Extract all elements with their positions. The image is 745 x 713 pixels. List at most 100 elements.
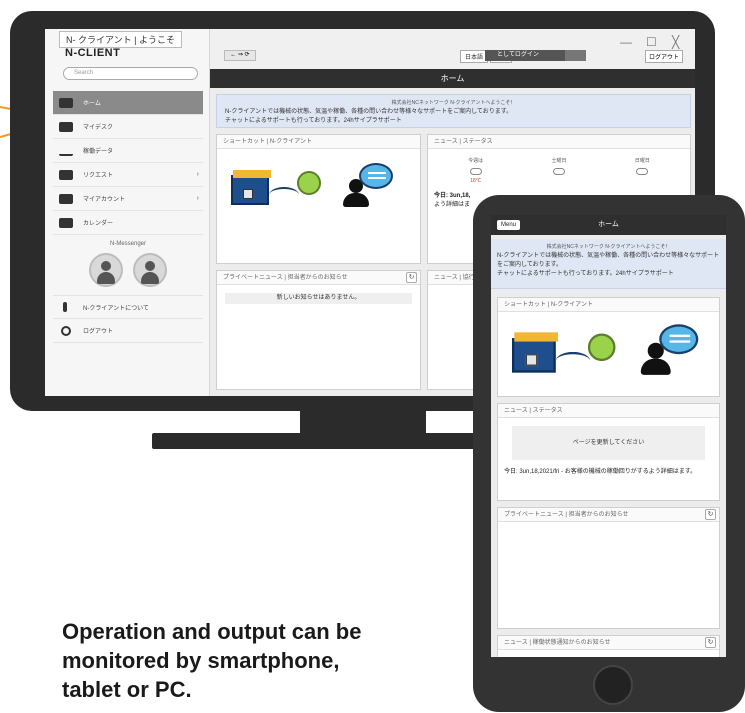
- tablet-header: Menu ホーム: [491, 215, 726, 235]
- panel-title-label: プライベートニュース | 担当者からのお知らせ: [504, 512, 629, 518]
- sidebar-item-operation-data[interactable]: 稼働データ: [53, 139, 203, 163]
- sidebar-item-label: 稼働データ: [83, 149, 114, 155]
- page-title: ホーム: [210, 69, 695, 88]
- cord-line: [555, 351, 591, 370]
- avatar[interactable]: [89, 253, 123, 287]
- toolbox-lid: [514, 332, 558, 342]
- panel-title: ニュース | ステータス: [428, 135, 690, 149]
- bottom-news-panel: ニュース | 稼働状態通知からのお知らせ ↻: [497, 635, 720, 657]
- user-icon: [59, 193, 73, 204]
- calendar-icon: [59, 217, 73, 228]
- news-status-panel: ニュース | ステータス ページを更新してください 今日: 3un,18,202…: [497, 403, 720, 501]
- gear-icon: [297, 171, 321, 195]
- sidebar-item-my-desk[interactable]: マイデスク: [53, 115, 203, 139]
- panel-title: ニュース | ステータス: [498, 404, 719, 418]
- sidebar-item-my-account[interactable]: マイアカウント ›: [53, 187, 203, 211]
- sidebar-menu: ホーム マイデスク 稼働データ リクエスト › マイアカウント › カレンダー …: [53, 91, 203, 343]
- welcome-title: 株式会社NCネットワーク N-クライアントへようこそ！: [391, 100, 516, 106]
- weather-day: 今週は 18℃: [468, 158, 484, 184]
- login-as-button[interactable]: としてログイン: [485, 50, 565, 61]
- sidebar-item-label: カレンダー: [83, 221, 114, 227]
- promo-stage: N- クライアント | ようこそ N-CLIENT Search ホーム マイデ…: [0, 0, 745, 713]
- caption-line: monitored by smartphone,: [62, 648, 340, 673]
- nav-buttons[interactable]: ← ⇒ ⟳: [224, 50, 256, 61]
- caption: Operation and output can be monitored by…: [62, 617, 482, 704]
- shortcut-panel: ショートカット | N-クライアント: [497, 297, 720, 397]
- welcome-line: N-クライアントでは機械の状態、気温や稼働、各種の問い合わせ等様々なサポートをご…: [497, 253, 720, 268]
- toolbox-lid: [233, 170, 271, 178]
- home-icon: [59, 97, 73, 108]
- chevron-right-icon: ›: [196, 171, 199, 178]
- search-input[interactable]: Search: [63, 67, 198, 80]
- sidebar-item-calendar[interactable]: カレンダー: [53, 211, 203, 235]
- sidebar-item-label: ホーム: [83, 101, 101, 107]
- sidebar-item-about[interactable]: N-クライアントについて: [53, 295, 203, 319]
- panel-title-label: ニュース | 稼働状態通知からのお知らせ: [504, 640, 611, 646]
- weather-day: 日曜日: [635, 157, 650, 184]
- lang-ja-button[interactable]: 日本語: [460, 50, 489, 63]
- chevron-right-icon: ›: [196, 195, 199, 202]
- page-title: ホーム: [598, 221, 619, 228]
- panel-title: ニュース | 稼働状態通知からのお知らせ ↻: [498, 636, 719, 650]
- sidebar-item-label: ログアウト: [83, 329, 114, 335]
- panel-title: ショートカット | N-クライアント: [217, 135, 420, 149]
- welcome-line: N-クライアントでは機械の状態、気温や稼働、各種の問い合わせ等様々なサポートをご…: [225, 109, 513, 115]
- sidebar-item-home[interactable]: ホーム: [53, 91, 203, 115]
- private-news-panel: プライベートニュース | 担当者からのお知らせ ↻: [497, 507, 720, 629]
- panel-title: ショートカット | N-クライアント: [498, 298, 719, 312]
- messenger-contacts: [53, 253, 203, 287]
- home-button[interactable]: [593, 665, 633, 705]
- sidebar-item-label: マイアカウント: [83, 197, 126, 203]
- refresh-icon[interactable]: ↻: [406, 272, 417, 283]
- cloud-icon: [552, 168, 565, 175]
- sidebar-item-logout[interactable]: ログアウト: [53, 319, 203, 343]
- close-icon[interactable]: ╳: [672, 35, 679, 49]
- power-icon: [61, 325, 71, 336]
- sidebar-item-label: N-クライアントについて: [83, 305, 149, 312]
- panel-title-label: プライベートニュース | 担当者からのお知らせ: [223, 275, 348, 281]
- minimize-icon[interactable]: —: [620, 35, 632, 49]
- cord-line: [269, 187, 299, 203]
- menu-button[interactable]: Menu: [497, 220, 521, 230]
- chart-line-icon: [59, 146, 73, 156]
- chat-bubble-icon: [359, 163, 393, 189]
- avatar[interactable]: [133, 253, 167, 287]
- cloud-icon: [469, 168, 482, 175]
- today-status: 今日: 3un,18,2021/fri - お客様の機械の稼働回りがするよう詳細…: [504, 469, 697, 475]
- weather-day: 土曜日: [551, 157, 567, 184]
- logout-button[interactable]: ログアウト: [645, 50, 684, 63]
- welcome-banner: 株式会社NCネットワーク N-クライアントへようこそ！ N-クライアントでは機械…: [491, 239, 726, 289]
- caption-line: tablet or PC.: [62, 677, 192, 702]
- tablet-device: Menu ホーム 株式会社NCネットワーク N-クライアントへようこそ！ N-ク…: [473, 195, 745, 712]
- sidebar-item-label: リクエスト: [83, 173, 114, 179]
- welcome-banner: 株式会社NCネットワーク N-クライアントへようこそ！ N-クライアントでは機械…: [216, 94, 691, 128]
- welcome-line: チャットによるサポートも行っております。24hサイプラサポート: [225, 118, 402, 124]
- cloud-icon: [636, 168, 649, 175]
- shortcut-illustration[interactable]: [231, 161, 401, 221]
- shortcut-panel: ショートカット | N-クライアント: [216, 134, 421, 264]
- tablet-screen: Menu ホーム 株式会社NCネットワーク N-クライアントへようこそ！ N-ク…: [491, 215, 726, 657]
- shortcut-illustration[interactable]: [512, 322, 708, 391]
- chat-bubble-icon: [659, 324, 699, 355]
- toolbox-label: [243, 189, 253, 199]
- private-news-panel: プライベートニュース | 担当者からのお知らせ ↻ 新しいお知らせはありません。: [216, 270, 421, 390]
- refresh-icon[interactable]: ↻: [705, 637, 716, 648]
- desktop-toolbar: ← ⇒ ⟳ 日本語 英語 ユーザー名 — ☐ ╳: [210, 29, 695, 69]
- refresh-notice: ページを更新してください: [512, 426, 705, 460]
- refresh-icon[interactable]: ↻: [705, 509, 716, 520]
- welcome-title: 株式会社NCネットワーク N-クライアントへようこそ！: [546, 244, 671, 250]
- maximize-icon[interactable]: ☐: [646, 35, 657, 49]
- info-icon: [63, 302, 67, 312]
- panel-title: プライベートニュース | 担当者からのお知らせ ↻: [498, 508, 719, 522]
- toolbox-label: [525, 354, 538, 366]
- desk-icon: [59, 121, 73, 132]
- empty-news-message: 新しいお知らせはありません。: [225, 293, 412, 304]
- browser-tab[interactable]: N- クライアント | ようこそ: [59, 31, 182, 48]
- sidebar-item-request[interactable]: リクエスト ›: [53, 163, 203, 187]
- chat-icon: [59, 169, 73, 180]
- browser-tab-strip: N- クライアント | ようこそ: [59, 31, 182, 48]
- gear-icon: [587, 333, 616, 362]
- sidebar-item-label: マイデスク: [83, 125, 114, 131]
- welcome-line: チャットによるサポートも行っております。24hサイプラサポート: [497, 271, 674, 277]
- caption-line: Operation and output can be: [62, 619, 362, 644]
